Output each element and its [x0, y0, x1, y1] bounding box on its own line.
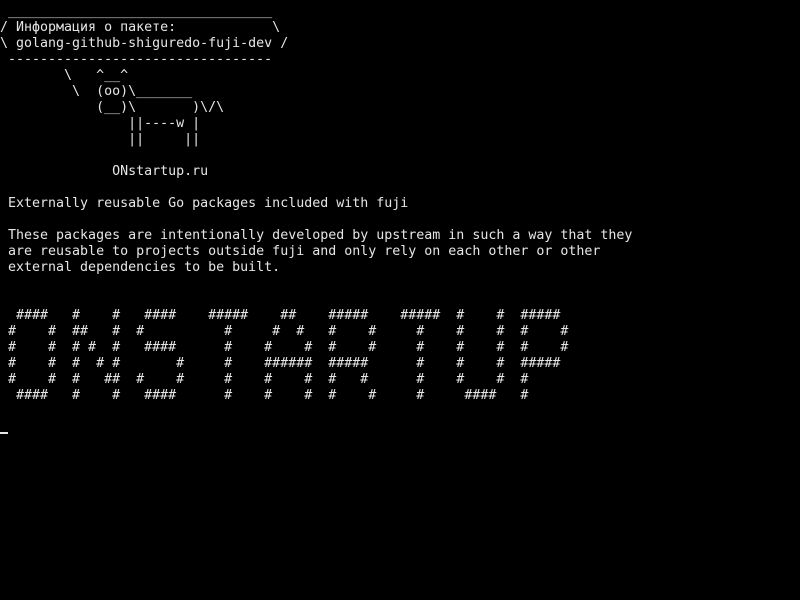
cow-art-line-3: (__)\ )\/\: [0, 100, 225, 115]
site-credit: ONstartup.ru: [0, 164, 209, 179]
banner-art-line-1: #### # # #### ##### ## ##### ##### # # #…: [0, 308, 561, 323]
speech-bubble-line-1: / Информация о пакете: \: [0, 20, 281, 35]
terminal-screen[interactable]: _________________________________ / Инфо…: [0, 0, 800, 600]
cow-art-line-5: || ||: [0, 132, 201, 147]
cow-art-line-1: \ ^__^: [0, 68, 129, 83]
cow-art-line-2: \ (oo)\_______: [0, 84, 193, 99]
prompt-line[interactable]: [0, 420, 800, 436]
package-summary: Externally reusable Go packages included…: [0, 196, 409, 211]
speech-bubble-line-2: \ golang-github-shiguredo-fuji-dev /: [0, 36, 289, 51]
package-description-line-3: external dependencies to be built.: [0, 260, 281, 275]
package-description-line-1: These packages are intentionally develop…: [0, 228, 633, 243]
speech-bubble-top-border: _________________________________: [0, 4, 273, 19]
banner-art-line-6: #### # # #### # # # # # # #### #: [0, 388, 529, 403]
package-description-line-2: are reusable to projects outside fuji an…: [0, 244, 601, 259]
banner-art-line-3: # # # # # #### # # # # # # # # # #: [0, 340, 569, 355]
banner-art-line-4: # # # # # # # ###### ##### # # # #####: [0, 356, 561, 371]
text-cursor: [0, 432, 8, 434]
banner-art-line-2: # # ## # # # # # # # # # # # #: [0, 324, 569, 339]
banner-art-line-5: # # # ## # # # # # # # # # # #: [0, 372, 529, 387]
speech-bubble-bottom-border: ---------------------------------: [0, 52, 273, 67]
cow-art-line-4: ||----w |: [0, 116, 201, 131]
